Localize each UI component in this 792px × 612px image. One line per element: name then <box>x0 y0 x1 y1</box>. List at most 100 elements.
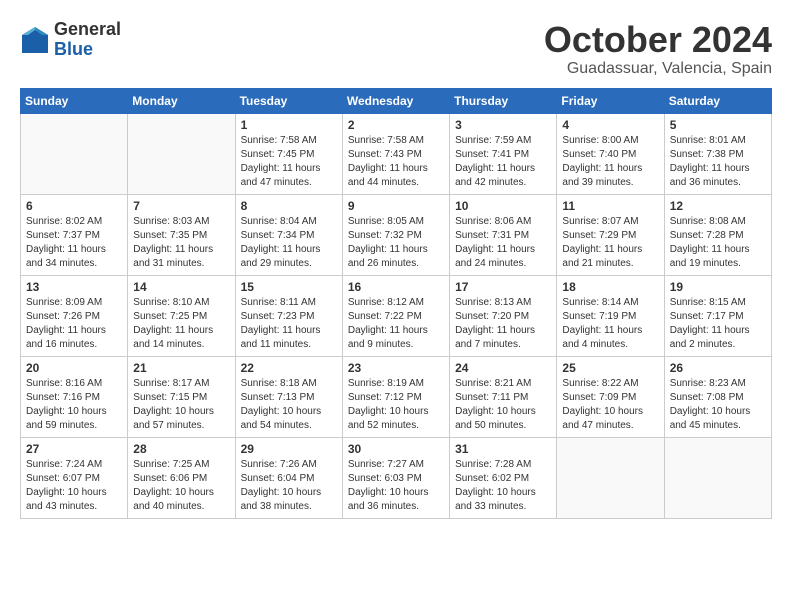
day-number: 1 <box>241 118 337 132</box>
day-number: 29 <box>241 442 337 456</box>
day-number: 27 <box>26 442 122 456</box>
calendar-week-row: 1 Sunrise: 7:58 AM Sunset: 7:45 PM Daylig… <box>21 113 772 194</box>
day-info: Sunrise: 8:12 AM Sunset: 7:22 PM Dayligh… <box>348 296 444 352</box>
day-number: 20 <box>26 361 122 375</box>
day-info: Sunrise: 8:07 AM Sunset: 7:29 PM Dayligh… <box>562 215 658 271</box>
weekday-header-sunday: Sunday <box>21 88 128 113</box>
calendar-cell: 1 Sunrise: 7:58 AM Sunset: 7:45 PM Daylig… <box>235 113 342 194</box>
month-title: October 2024 <box>544 20 772 60</box>
day-number: 22 <box>241 361 337 375</box>
calendar-cell: 24 Sunrise: 8:21 AM Sunset: 7:11 PM Dayli… <box>450 356 557 437</box>
calendar-cell: 12 Sunrise: 8:08 AM Sunset: 7:28 PM Dayli… <box>664 194 771 275</box>
day-info: Sunrise: 8:13 AM Sunset: 7:20 PM Dayligh… <box>455 296 551 352</box>
day-info: Sunrise: 7:25 AM Sunset: 6:06 PM Dayligh… <box>133 458 229 514</box>
calendar-cell: 3 Sunrise: 7:59 AM Sunset: 7:41 PM Daylig… <box>450 113 557 194</box>
calendar-cell: 10 Sunrise: 8:06 AM Sunset: 7:31 PM Dayli… <box>450 194 557 275</box>
calendar-week-row: 6 Sunrise: 8:02 AM Sunset: 7:37 PM Daylig… <box>21 194 772 275</box>
day-info: Sunrise: 8:17 AM Sunset: 7:15 PM Dayligh… <box>133 377 229 433</box>
calendar-cell: 13 Sunrise: 8:09 AM Sunset: 7:26 PM Dayli… <box>21 275 128 356</box>
day-number: 16 <box>348 280 444 294</box>
logo-text: General Blue <box>54 20 121 60</box>
day-info: Sunrise: 8:03 AM Sunset: 7:35 PM Dayligh… <box>133 215 229 271</box>
weekday-header-monday: Monday <box>128 88 235 113</box>
calendar-cell: 8Sunrise: 8:04 AM Sunset: 7:34 PM Daylig… <box>235 194 342 275</box>
day-number: 19 <box>670 280 766 294</box>
calendar-cell: 6 Sunrise: 8:02 AM Sunset: 7:37 PM Daylig… <box>21 194 128 275</box>
calendar-cell: 28 Sunrise: 7:25 AM Sunset: 6:06 PM Dayli… <box>128 437 235 518</box>
day-info: Sunrise: 8:00 AM Sunset: 7:40 PM Dayligh… <box>562 134 658 190</box>
day-info: Sunrise: 8:18 AM Sunset: 7:13 PM Dayligh… <box>241 377 337 433</box>
page-header: General Blue October 2024 Guadassuar, Va… <box>20 20 772 78</box>
day-info: Sunrise: 8:04 AM Sunset: 7:34 PM Dayligh… <box>241 215 337 271</box>
calendar-cell: 4Sunrise: 8:00 AM Sunset: 7:40 PM Daylig… <box>557 113 664 194</box>
calendar-cell <box>21 113 128 194</box>
day-info: Sunrise: 7:28 AM Sunset: 6:02 PM Dayligh… <box>455 458 551 514</box>
day-number: 2 <box>348 118 444 132</box>
day-number: 23 <box>348 361 444 375</box>
day-number: 26 <box>670 361 766 375</box>
day-number: 3 <box>455 118 551 132</box>
calendar-week-row: 13 Sunrise: 8:09 AM Sunset: 7:26 PM Dayli… <box>21 275 772 356</box>
calendar-cell: 14 Sunrise: 8:10 AM Sunset: 7:25 PM Dayli… <box>128 275 235 356</box>
day-info: Sunrise: 7:58 AM Sunset: 7:43 PM Dayligh… <box>348 134 444 190</box>
calendar-cell: 31Sunrise: 7:28 AM Sunset: 6:02 PM Dayli… <box>450 437 557 518</box>
day-info: Sunrise: 7:24 AM Sunset: 6:07 PM Dayligh… <box>26 458 122 514</box>
calendar-cell <box>664 437 771 518</box>
calendar-cell: 5 Sunrise: 8:01 AM Sunset: 7:38 PM Daylig… <box>664 113 771 194</box>
day-info: Sunrise: 8:02 AM Sunset: 7:37 PM Dayligh… <box>26 215 122 271</box>
day-number: 10 <box>455 199 551 213</box>
calendar-table: SundayMondayTuesdayWednesdayThursdayFrid… <box>20 88 772 519</box>
calendar-cell: 19Sunrise: 8:15 AM Sunset: 7:17 PM Dayli… <box>664 275 771 356</box>
calendar-cell: 7Sunrise: 8:03 AM Sunset: 7:35 PM Daylig… <box>128 194 235 275</box>
calendar-cell: 23Sunrise: 8:19 AM Sunset: 7:12 PM Dayli… <box>342 356 449 437</box>
calendar-cell: 18Sunrise: 8:14 AM Sunset: 7:19 PM Dayli… <box>557 275 664 356</box>
day-number: 30 <box>348 442 444 456</box>
weekday-header-friday: Friday <box>557 88 664 113</box>
calendar-cell: 21 Sunrise: 8:17 AM Sunset: 7:15 PM Dayli… <box>128 356 235 437</box>
calendar-cell: 22 Sunrise: 8:18 AM Sunset: 7:13 PM Dayli… <box>235 356 342 437</box>
day-info: Sunrise: 7:58 AM Sunset: 7:45 PM Dayligh… <box>241 134 337 190</box>
day-number: 14 <box>133 280 229 294</box>
calendar-week-row: 20Sunrise: 8:16 AM Sunset: 7:16 PM Dayli… <box>21 356 772 437</box>
weekday-header-wednesday: Wednesday <box>342 88 449 113</box>
location-title: Guadassuar, Valencia, Spain <box>544 60 772 78</box>
calendar-cell: 26 Sunrise: 8:23 AM Sunset: 7:08 PM Dayli… <box>664 356 771 437</box>
calendar-cell: 25Sunrise: 8:22 AM Sunset: 7:09 PM Dayli… <box>557 356 664 437</box>
logo-general: General <box>54 19 121 39</box>
day-number: 21 <box>133 361 229 375</box>
day-info: Sunrise: 8:10 AM Sunset: 7:25 PM Dayligh… <box>133 296 229 352</box>
logo-blue: Blue <box>54 39 93 59</box>
day-info: Sunrise: 7:27 AM Sunset: 6:03 PM Dayligh… <box>348 458 444 514</box>
weekday-header-row: SundayMondayTuesdayWednesdayThursdayFrid… <box>21 88 772 113</box>
day-number: 12 <box>670 199 766 213</box>
day-info: Sunrise: 8:23 AM Sunset: 7:08 PM Dayligh… <box>670 377 766 433</box>
calendar-cell: 20Sunrise: 8:16 AM Sunset: 7:16 PM Dayli… <box>21 356 128 437</box>
day-info: Sunrise: 8:21 AM Sunset: 7:11 PM Dayligh… <box>455 377 551 433</box>
day-number: 5 <box>670 118 766 132</box>
day-number: 11 <box>562 199 658 213</box>
day-number: 28 <box>133 442 229 456</box>
day-number: 24 <box>455 361 551 375</box>
day-info: Sunrise: 8:09 AM Sunset: 7:26 PM Dayligh… <box>26 296 122 352</box>
day-number: 25 <box>562 361 658 375</box>
calendar-cell: 9Sunrise: 8:05 AM Sunset: 7:32 PM Daylig… <box>342 194 449 275</box>
logo-icon <box>20 25 50 55</box>
weekday-header-saturday: Saturday <box>664 88 771 113</box>
day-number: 6 <box>26 199 122 213</box>
calendar-cell: 29Sunrise: 7:26 AM Sunset: 6:04 PM Dayli… <box>235 437 342 518</box>
day-info: Sunrise: 8:08 AM Sunset: 7:28 PM Dayligh… <box>670 215 766 271</box>
calendar-week-row: 27 Sunrise: 7:24 AM Sunset: 6:07 PM Dayli… <box>21 437 772 518</box>
day-info: Sunrise: 7:59 AM Sunset: 7:41 PM Dayligh… <box>455 134 551 190</box>
day-info: Sunrise: 8:06 AM Sunset: 7:31 PM Dayligh… <box>455 215 551 271</box>
day-number: 13 <box>26 280 122 294</box>
title-block: October 2024 Guadassuar, Valencia, Spain <box>544 20 772 78</box>
day-info: Sunrise: 8:05 AM Sunset: 7:32 PM Dayligh… <box>348 215 444 271</box>
calendar-cell: 11 Sunrise: 8:07 AM Sunset: 7:29 PM Dayli… <box>557 194 664 275</box>
calendar-cell: 2 Sunrise: 7:58 AM Sunset: 7:43 PM Daylig… <box>342 113 449 194</box>
calendar-cell: 30 Sunrise: 7:27 AM Sunset: 6:03 PM Dayli… <box>342 437 449 518</box>
day-info: Sunrise: 8:01 AM Sunset: 7:38 PM Dayligh… <box>670 134 766 190</box>
day-number: 18 <box>562 280 658 294</box>
day-info: Sunrise: 8:11 AM Sunset: 7:23 PM Dayligh… <box>241 296 337 352</box>
calendar-cell: 15 Sunrise: 8:11 AM Sunset: 7:23 PM Dayli… <box>235 275 342 356</box>
day-number: 15 <box>241 280 337 294</box>
